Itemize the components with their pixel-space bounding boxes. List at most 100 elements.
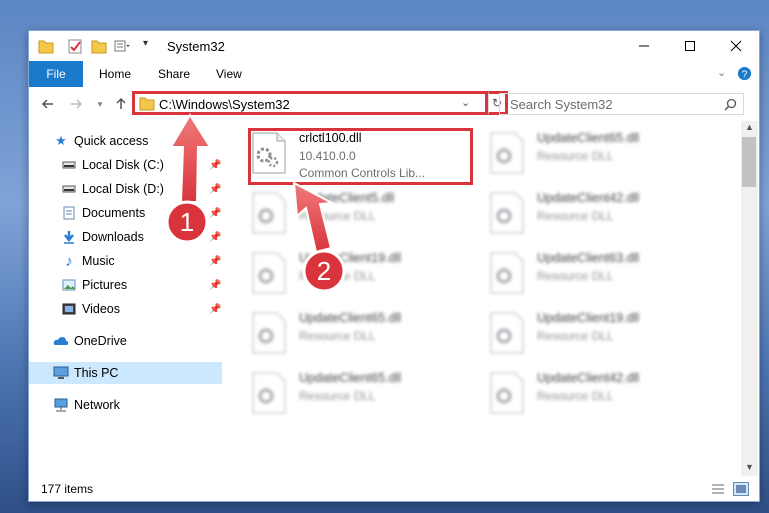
file-description: Resource DLL xyxy=(537,269,614,283)
forward-arrow-icon xyxy=(71,99,83,109)
pin-icon[interactable]: 📌 xyxy=(209,160,221,171)
new-folder-icon[interactable] xyxy=(91,37,107,55)
search-box[interactable]: Search System32 xyxy=(499,93,744,115)
back-button[interactable] xyxy=(39,95,57,113)
sidebar-item-label: Quick access xyxy=(74,134,149,148)
sidebar-item-local-disk-c[interactable]: Local Disk (C:) 📌 xyxy=(29,154,222,176)
file-item[interactable]: UpdateClient42.dll Resource DLL xyxy=(489,187,719,243)
close-button[interactable] xyxy=(713,31,759,61)
scroll-thumb[interactable] xyxy=(742,137,756,187)
file-item[interactable]: UpdateClient65.dll Resource DLL xyxy=(251,367,481,423)
dropdown-arrow-icon[interactable]: ▾ xyxy=(143,38,148,49)
file-description: Resource DLL xyxy=(537,149,614,163)
up-arrow-icon xyxy=(116,97,126,109)
file-description: Resource DLL xyxy=(537,209,614,223)
sidebar-item-label: OneDrive xyxy=(74,334,127,348)
sidebar-item-downloads[interactable]: Downloads 📌 xyxy=(29,226,222,248)
details-view-icon[interactable] xyxy=(711,483,725,495)
pin-icon[interactable]: 📌 xyxy=(209,304,221,315)
forward-button[interactable] xyxy=(67,95,85,113)
title-bar: ▾ System32 xyxy=(29,31,759,61)
drive-icon xyxy=(61,157,77,173)
sidebar-item-label: This PC xyxy=(74,366,119,380)
up-button[interactable] xyxy=(112,95,130,113)
vertical-scrollbar[interactable]: ▲ ▼ xyxy=(741,121,758,476)
download-icon xyxy=(61,229,77,245)
file-name: UpdateClient65.dll xyxy=(299,311,402,325)
file-item[interactable]: UpdateClient42.dll Resource DLL xyxy=(489,367,719,423)
sidebar-item-this-pc[interactable]: This PC xyxy=(29,362,222,384)
tab-view[interactable]: View xyxy=(216,61,242,87)
documents-icon xyxy=(61,205,77,221)
address-dropdown-icon[interactable]: ⌄ xyxy=(461,96,470,109)
chevron-down-icon: ▾ xyxy=(97,98,103,109)
sidebar-item-label: Local Disk (C:) xyxy=(82,158,164,172)
address-bar[interactable]: C:\Windows\System32 ⌄ xyxy=(132,91,488,115)
maximize-icon xyxy=(685,41,695,51)
sidebar-item-local-disk-d[interactable]: Local Disk (D:) 📌 xyxy=(29,178,222,200)
file-description: Resource DLL xyxy=(299,269,376,283)
sidebar-item-onedrive[interactable]: OneDrive xyxy=(29,330,222,352)
pin-icon[interactable]: 📌 xyxy=(209,208,221,219)
sidebar-item-label: Downloads xyxy=(82,230,144,244)
status-bar: 177 items xyxy=(29,477,759,501)
file-name: UpdateClient42.dll xyxy=(537,371,640,385)
sidebar-item-videos[interactable]: Videos 📌 xyxy=(29,298,222,320)
file-description: Resource DLL xyxy=(299,389,376,403)
expand-ribbon-icon[interactable]: ⌄ xyxy=(717,66,726,79)
recent-locations-button[interactable]: ▾ xyxy=(91,95,109,113)
file-name: UpdateClient65.dll xyxy=(299,371,402,385)
sidebar-item-label: Music xyxy=(82,254,115,268)
tab-home[interactable]: Home xyxy=(99,61,131,87)
file-item[interactable]: UpdateClient63.dll Resource DLL xyxy=(489,247,719,303)
file-name: UpdateClient5.dll xyxy=(299,191,395,205)
properties-icon[interactable] xyxy=(67,37,83,55)
navigation-pane: ★ Quick access Local Disk (C:) 📌 Local D… xyxy=(29,121,224,476)
folder-icon xyxy=(139,97,155,111)
network-icon xyxy=(53,397,69,413)
pin-icon[interactable]: 📌 xyxy=(209,232,221,243)
dll-file-icon xyxy=(490,312,524,354)
svg-text:?: ? xyxy=(742,69,748,80)
file-item[interactable]: UpdateClient19.dll Resource DLL xyxy=(489,307,719,363)
file-name: UpdateClient42.dll xyxy=(537,191,640,205)
ribbon-tabs: File Home Share View ⌄ ? xyxy=(29,61,759,88)
sidebar-item-music[interactable]: ♪ Music 📌 xyxy=(29,250,222,272)
sidebar-item-documents[interactable]: Documents 📌 xyxy=(29,202,222,224)
star-icon: ★ xyxy=(55,133,67,148)
dll-file-icon xyxy=(490,252,524,294)
close-icon xyxy=(730,40,742,52)
file-item[interactable]: UpdateClient19.dll Resource DLL xyxy=(251,247,481,303)
dll-file-icon xyxy=(490,192,524,234)
file-item[interactable]: UpdateClient5.dll Resource DLL xyxy=(251,187,481,243)
file-name: UpdateClient65.dll xyxy=(537,131,640,145)
pin-icon[interactable]: 📌 xyxy=(209,256,221,267)
minimize-button[interactable] xyxy=(621,31,667,61)
help-icon[interactable]: ? xyxy=(737,66,752,81)
dll-file-icon xyxy=(490,372,524,414)
sidebar-item-label: Local Disk (D:) xyxy=(82,182,164,196)
sidebar-item-network[interactable]: Network xyxy=(29,394,222,416)
file-item[interactable]: UpdateClient65.dll Resource DLL xyxy=(489,127,719,183)
tab-file[interactable]: File xyxy=(29,61,83,87)
maximize-button[interactable] xyxy=(667,31,713,61)
search-input[interactable]: Search System32 xyxy=(510,97,613,112)
address-path[interactable]: C:\Windows\System32 xyxy=(159,97,290,112)
large-icons-view-icon[interactable] xyxy=(733,482,749,496)
pin-icon[interactable]: 📌 xyxy=(209,280,221,291)
sidebar-item-label: Pictures xyxy=(82,278,128,292)
scroll-down-icon[interactable]: ▼ xyxy=(745,462,754,472)
dll-file-icon xyxy=(252,372,286,414)
explorer-window: ▾ System32 File Home Share View ⌄ ? ▾ C:… xyxy=(28,30,760,502)
item-count: 177 items xyxy=(41,482,94,496)
dll-file-icon xyxy=(490,132,524,174)
dll-file-icon xyxy=(252,312,286,354)
file-item[interactable]: UpdateClient65.dll Resource DLL xyxy=(251,307,481,363)
sidebar-item-pictures[interactable]: Pictures 📌 xyxy=(29,274,222,296)
tab-share[interactable]: Share xyxy=(158,61,190,87)
file-description: Resource DLL xyxy=(537,389,614,403)
sidebar-item-quick-access[interactable]: ★ Quick access xyxy=(29,130,222,152)
pin-icon[interactable]: 📌 xyxy=(209,184,221,195)
customize-toolbar-icon[interactable] xyxy=(113,37,131,55)
scroll-up-icon[interactable]: ▲ xyxy=(745,122,754,132)
